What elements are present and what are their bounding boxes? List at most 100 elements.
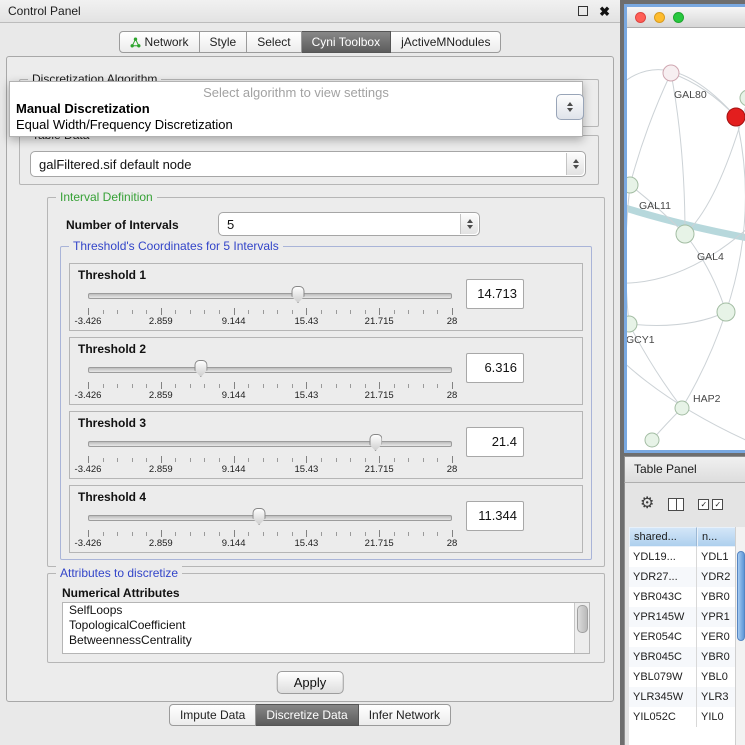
node-table: shared...n... YDL19...YDL1YDR27...YDR2YB… (629, 527, 745, 745)
number-of-intervals-value: 5 (227, 213, 459, 235)
table-cell[interactable]: YDR27... (629, 567, 697, 587)
table-cell[interactable]: YIL052C (629, 707, 697, 727)
threshold-label: Threshold 1 (78, 268, 146, 282)
table-cell[interactable]: YDL19... (629, 547, 697, 567)
attribute-item[interactable]: SelfLoops (63, 603, 589, 618)
table-cell[interactable]: YBL079W (629, 667, 697, 687)
table-row[interactable]: YLR345WYLR3 (629, 687, 745, 707)
threshold-slider[interactable]: -3.4262.8599.14415.4321.71528 (80, 358, 460, 402)
algorithm-option[interactable]: Equal Width/Frequency Discretization (10, 117, 582, 133)
table-cell[interactable]: YLR345W (629, 687, 697, 707)
network-node[interactable] (663, 65, 679, 81)
threshold-row: Threshold 1 -3.4262.8599.14415.4321.71528… (69, 263, 583, 331)
tab-infer-network[interactable]: Infer Network (359, 704, 451, 726)
threshold-slider[interactable]: -3.4262.8599.14415.4321.71528 (80, 432, 460, 476)
table-row[interactable]: YER054CYER0 (629, 627, 745, 647)
table-data-combobox[interactable]: galFiltered.sif default node (30, 151, 586, 177)
attributes-scrollbar[interactable] (574, 603, 589, 653)
table-data-stepper[interactable] (566, 153, 584, 175)
minimize-traffic-light-icon[interactable] (654, 12, 665, 23)
threshold-slider[interactable]: -3.4262.8599.14415.4321.71528 (80, 506, 460, 550)
network-node[interactable] (675, 401, 689, 415)
tab-cyni-toolbox[interactable]: Cyni Toolbox (302, 31, 391, 53)
network-node[interactable] (676, 225, 694, 243)
gear-icon[interactable]: ⚙ (640, 496, 654, 512)
slider-thumb[interactable] (292, 286, 305, 303)
network-node[interactable] (740, 90, 745, 106)
table-cell[interactable]: YER054C (629, 627, 697, 647)
tab-label: Cyni Toolbox (312, 35, 380, 49)
number-of-intervals-stepper[interactable] (460, 214, 478, 234)
attributes-list[interactable]: SelfLoopsTopologicalCoefficientBetweenne… (62, 602, 590, 654)
tab-style[interactable]: Style (200, 31, 248, 53)
scale-label: 15.43 (295, 464, 319, 475)
scale-label: 28 (447, 464, 458, 475)
algorithm-option[interactable]: Manual Discretization (10, 101, 582, 117)
scrollbar-thumb[interactable] (737, 551, 745, 641)
network-node[interactable] (645, 433, 659, 447)
select-columns-icon[interactable]: ✓ ✓ (698, 499, 723, 510)
network-canvas[interactable]: GAL80GAL11GAL4GCY1HAP2 (627, 28, 745, 450)
network-icon (130, 37, 141, 48)
attribute-item[interactable]: BetweennessCentrality (63, 633, 589, 648)
slider-track[interactable] (88, 293, 452, 299)
network-node[interactable] (717, 303, 735, 321)
tab-discretize-data[interactable]: Discretize Data (256, 704, 358, 726)
table-data-group: Table Data galFiltered.sif default node (19, 135, 599, 185)
columns-icon[interactable] (668, 498, 684, 511)
scale-label: 9.144 (222, 390, 246, 401)
apply-button[interactable]: Apply (277, 671, 344, 694)
network-node[interactable] (727, 108, 745, 126)
number-of-intervals-combobox[interactable]: 5 (218, 212, 480, 236)
table-scrollbar[interactable] (735, 527, 745, 745)
network-window-titlebar[interactable] (627, 7, 745, 28)
tab-jactivemnodules[interactable]: jActiveMNodules (391, 31, 501, 53)
scale-label: 28 (447, 390, 458, 401)
group-title: Interval Definition (56, 190, 157, 204)
table-cell[interactable]: YPR145W (629, 607, 697, 627)
zoom-traffic-light-icon[interactable] (673, 12, 684, 23)
slider-track[interactable] (88, 515, 452, 521)
slider-thumb[interactable] (253, 508, 266, 525)
table-row[interactable]: YBR043CYBR0 (629, 587, 745, 607)
network-edge (685, 234, 726, 312)
float-window-icon[interactable] (578, 6, 588, 16)
table-row[interactable]: YPR145WYPR1 (629, 607, 745, 627)
scale-label: 15.43 (295, 390, 319, 401)
tab-network[interactable]: Network (119, 31, 200, 53)
network-node-label: GAL11 (639, 200, 671, 212)
column-header[interactable]: shared... (629, 527, 697, 547)
algorithm-combobox-stepper[interactable] (556, 94, 584, 120)
scale-label: 2.859 (149, 538, 173, 549)
slider-track[interactable] (88, 367, 452, 373)
close-icon[interactable]: ✖ (599, 5, 610, 18)
close-traffic-light-icon[interactable] (635, 12, 646, 23)
group-title: Attributes to discretize (56, 566, 182, 580)
slider-thumb[interactable] (194, 360, 207, 377)
table-row[interactable]: YBR045CYBR0 (629, 647, 745, 667)
threshold-value-field[interactable]: 21.4 (466, 427, 524, 457)
network-node[interactable] (627, 177, 638, 193)
threshold-slider[interactable]: -3.4262.8599.14415.4321.71528 (80, 284, 460, 328)
threshold-value-field[interactable]: 14.713 (466, 279, 524, 309)
table-cell[interactable]: YBR043C (629, 587, 697, 607)
threshold-row: Threshold 3-3.4262.8599.14415.4321.71528… (69, 411, 583, 479)
group-title: Threshold's Coordinates for 5 Intervals (69, 239, 283, 253)
table-row[interactable]: YDL19...YDL1 (629, 547, 745, 567)
table-row[interactable]: YDR27...YDR2 (629, 567, 745, 587)
slider-thumb[interactable] (369, 434, 382, 451)
table-cell[interactable]: YBR045C (629, 647, 697, 667)
scrollbar-thumb[interactable] (577, 605, 588, 633)
attribute-item[interactable]: TopologicalCoefficient (63, 618, 589, 633)
table-row[interactable]: YBL079WYBL0 (629, 667, 745, 687)
network-node[interactable] (627, 316, 637, 332)
scale-label: 21.715 (365, 316, 394, 327)
slider-track[interactable] (88, 441, 452, 447)
table-row[interactable]: YIL052CYIL0 (629, 707, 745, 727)
threshold-value-field[interactable]: 11.344 (466, 501, 524, 531)
scale-label: -3.426 (75, 464, 102, 475)
threshold-value-field[interactable]: 6.316 (466, 353, 524, 383)
scale-label: 9.144 (222, 316, 246, 327)
tab-select[interactable]: Select (247, 31, 301, 53)
tab-impute-data[interactable]: Impute Data (169, 704, 256, 726)
